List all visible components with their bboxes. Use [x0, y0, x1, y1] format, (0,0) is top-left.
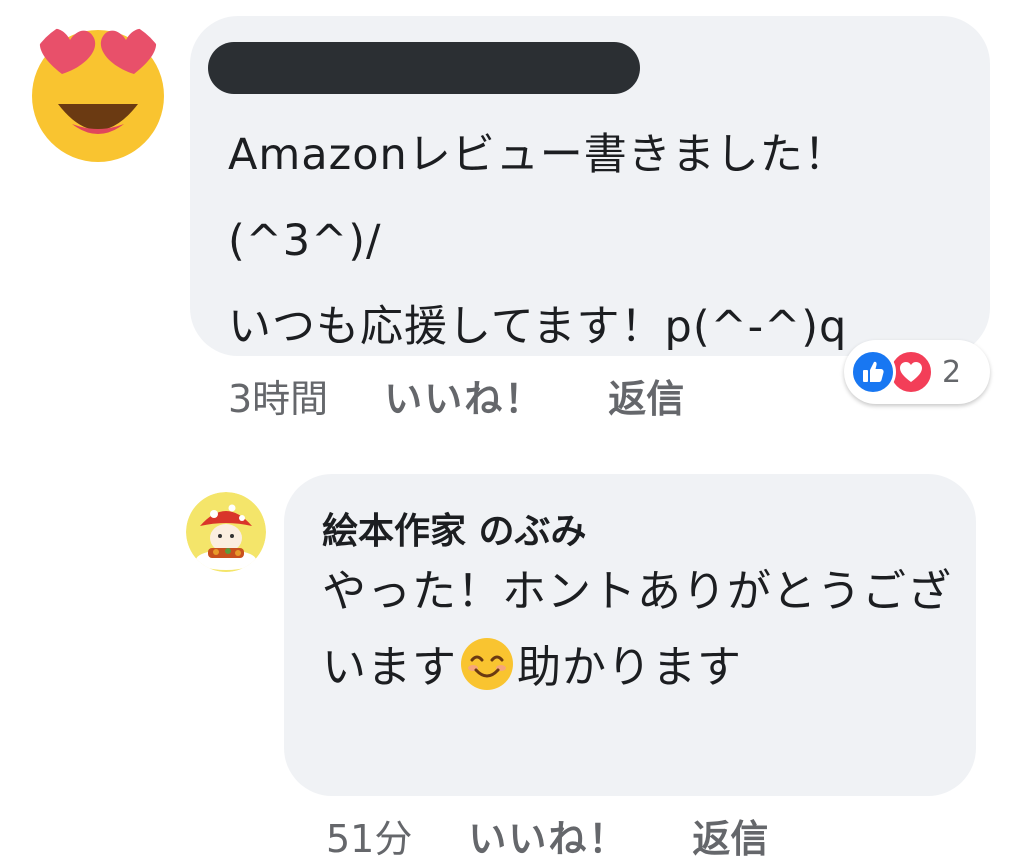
like-reaction-icon [850, 349, 896, 395]
like-button[interactable]: いいね！ [384, 368, 544, 423]
smiling-face-emoji-icon [461, 638, 513, 690]
comment-timestamp[interactable]: 3時間 [228, 368, 328, 423]
redacted-author-name [208, 42, 640, 94]
comment-bubble: Amazonレビュー書きました！(^3^)/ いつも応援してます！p(^-^)q [190, 16, 990, 356]
reply-button[interactable]: 返信 [608, 368, 684, 423]
reply-bubble: 絵本作家 のぶみ やった！ホントありがとうございます 助かります [284, 474, 976, 796]
comment-text: Amazonレビュー書きました！(^3^)/ いつも応援してます！p(^-^)q [228, 130, 848, 352]
reaction-count: 2 [942, 354, 962, 390]
heart-eyes-emoji-icon [32, 28, 164, 162]
reactions-summary[interactable]: 2 [844, 340, 990, 404]
reply-text: やった！ホントありがとうございます 助かります [322, 554, 952, 706]
reply-actions: 51分 いいね！ 返信 [326, 808, 768, 863]
reply-button[interactable]: 返信 [692, 808, 768, 863]
reply-author-name[interactable]: 絵本作家 のぶみ [322, 502, 587, 554]
reply-text-after: 助かります [517, 642, 742, 693]
replier-avatar[interactable] [186, 492, 266, 572]
like-button[interactable]: いいね！ [468, 808, 628, 863]
mushroom-character-avatar [186, 492, 266, 572]
commenter-avatar[interactable] [24, 16, 172, 164]
comment-actions: 3時間 いいね！ 返信 [228, 368, 684, 423]
reply-timestamp[interactable]: 51分 [326, 808, 412, 863]
